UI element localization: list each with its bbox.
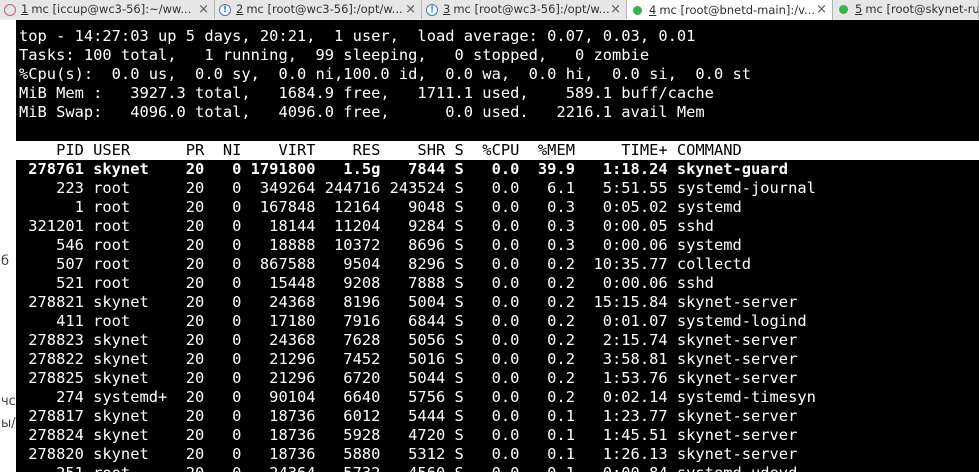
info-icon [219, 1, 231, 19]
terminal[interactable]: top - 14:27:03 up 5 days, 20:21, 1 user,… [16, 20, 979, 472]
process-row: 274 systemd+ 20 0 90104 6640 5756 S 0.0 … [19, 388, 816, 406]
process-row: 278817 skynet 20 0 18736 6012 5444 S 0.0… [19, 407, 798, 425]
background-text: чс [1, 394, 16, 409]
close-icon[interactable]: × [405, 0, 416, 19]
tab-1[interactable]: 1 mc [iccup@wc3-56]:~/ww... × [0, 0, 215, 19]
process-row: 278821 skynet 20 0 24368 8196 5004 S 0.0… [19, 293, 798, 311]
close-icon[interactable]: × [610, 0, 621, 19]
tab-bar: 1 mc [iccup@wc3-56]:~/ww... × 2 mc [root… [0, 0, 979, 21]
process-row: 507 root 20 0 867588 9504 8296 S 0.0 0.2… [19, 255, 752, 273]
background-text: ы/ [1, 416, 16, 431]
process-row: 411 root 20 0 17180 7916 6844 S 0.0 0.2 … [19, 312, 807, 330]
tab-number: 4 [649, 2, 657, 17]
tab-number: 5 [855, 2, 863, 16]
cpu-line: %Cpu(s): 0.0 us, 0.0 sy, 0.0 ni,100.0 id… [19, 65, 752, 83]
tab-number: 2 [236, 2, 244, 16]
tab-number: 3 [443, 2, 451, 16]
process-row: 278761 skynet 20 0 1791800 1.5g 7844 S 0… [19, 160, 789, 178]
process-row: 278824 skynet 20 0 18736 5928 4720 S 0.0… [19, 426, 798, 444]
tab-4[interactable]: 4 mc [root@bnetd-main]:/v... × [627, 0, 833, 20]
process-row: 546 root 20 0 18888 10372 8696 S 0.0 0.3… [19, 236, 742, 254]
process-row: 278823 skynet 20 0 24368 7628 5056 S 0.0… [19, 331, 798, 349]
process-row: 251 root 20 0 24364 5732 4560 S 0.0 0.1 … [19, 464, 797, 472]
mem-line: MiB Mem : 3927.3 total, 1684.9 free, 171… [19, 84, 714, 102]
info-icon [426, 1, 438, 19]
close-icon[interactable]: × [198, 0, 209, 19]
process-table-header: PID USER PR NI VIRT RES SHR S %CPU %MEM … [16, 141, 979, 160]
process-row: 521 root 20 0 15448 9208 7888 S 0.0 0.2 … [19, 274, 714, 292]
tab-2[interactable]: 2 mc [root@wc3-56]:/opt/w... × [215, 0, 422, 19]
column-headers: PID USER PR NI VIRT RES SHR S %CPU %MEM … [19, 141, 742, 159]
process-row: 321201 root 20 0 18144 11204 9284 S 0.0 … [19, 217, 714, 235]
tab-title: mc [iccup@wc3-56]:~/ww... [31, 2, 192, 16]
process-row: 1 root 20 0 167848 12164 9048 S 0.0 0.3 … [19, 198, 742, 216]
process-row: 223 root 20 0 349264 244716 243524 S 0.0… [19, 179, 816, 197]
tasks-line: Tasks: 100 total, 1 running, 99 sleeping… [19, 46, 650, 64]
tab-title: mc [root@skynet-ru [865, 2, 979, 16]
process-row: 278825 skynet 20 0 21296 6720 5044 S 0.0… [19, 369, 798, 387]
process-row: 278822 skynet 20 0 21296 7452 5016 S 0.0… [19, 350, 798, 368]
uptime-line: top - 14:27:03 up 5 days, 20:21, 1 user,… [19, 27, 696, 45]
tab-title: mc [root@wc3-56]:/opt/w... [246, 2, 403, 16]
tab-5[interactable]: 5 mc [root@skynet-ru [833, 0, 979, 19]
swap-line: MiB Swap: 4096.0 total, 4096.0 free, 0.0… [19, 103, 705, 121]
tab-3[interactable]: 3 mc [root@wc3-56]:/opt/w... × [422, 0, 627, 19]
process-row: 278820 skynet 20 0 18736 5880 5312 S 0.0… [19, 445, 798, 463]
green-dot-icon [839, 5, 848, 14]
green-dot-icon [633, 5, 642, 15]
background-text: б [1, 254, 10, 269]
background-window-strip: б чс ы/ [0, 20, 16, 472]
tab-number: 1 [21, 2, 29, 16]
tab-title: mc [root@bnetd-main]:/v... [659, 2, 816, 17]
tab-title: mc [root@wc3-56]:/opt/w... [453, 2, 610, 16]
close-icon[interactable]: × [816, 0, 827, 19]
session-status-icon [4, 3, 16, 16]
